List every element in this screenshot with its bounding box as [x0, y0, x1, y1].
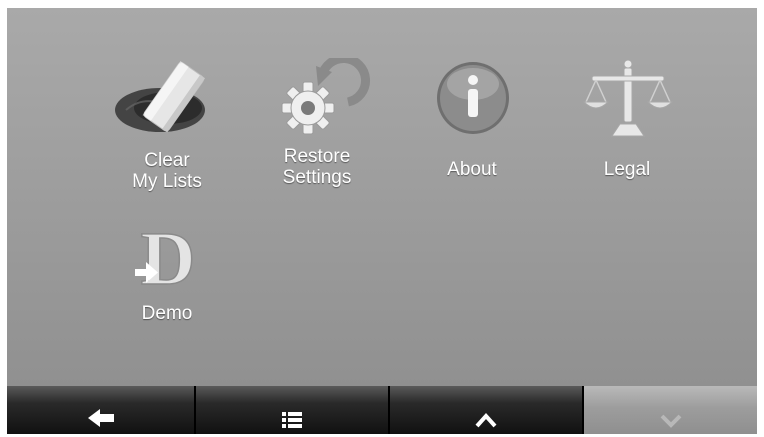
info-icon: [407, 58, 537, 138]
legal-button[interactable]: Legal: [562, 58, 692, 198]
arrow-left-icon: [87, 409, 114, 427]
tile-label: Legal: [603, 159, 651, 180]
bottom-nav-bar: [7, 386, 757, 434]
list-icon: [282, 412, 302, 428]
restore-settings-button[interactable]: Restore Settings: [252, 58, 382, 198]
chevron-down-icon: [660, 414, 681, 428]
tile-label: Demo: [141, 303, 193, 324]
scroll-up-button[interactable]: [390, 386, 584, 434]
about-button[interactable]: About: [407, 58, 537, 198]
demo-icon: D: [102, 218, 232, 296]
scales-icon: [562, 58, 692, 138]
tile-label: About: [447, 159, 497, 180]
chevron-up-icon: [475, 413, 497, 428]
settings-screen: Clear My Lists Restore Settings About Le…: [7, 8, 757, 434]
scroll-down-button[interactable]: [584, 386, 757, 434]
list-button[interactable]: [196, 386, 390, 434]
svg-text:D: D: [141, 218, 196, 296]
back-button[interactable]: [7, 386, 196, 434]
eraser-icon: [102, 58, 232, 138]
clear-my-lists-button[interactable]: Clear My Lists: [102, 58, 232, 198]
restore-gear-icon: [252, 58, 382, 138]
tile-label: Clear My Lists: [132, 150, 202, 192]
tile-label: Restore Settings: [282, 146, 352, 188]
demo-button[interactable]: D Demo: [102, 213, 232, 333]
